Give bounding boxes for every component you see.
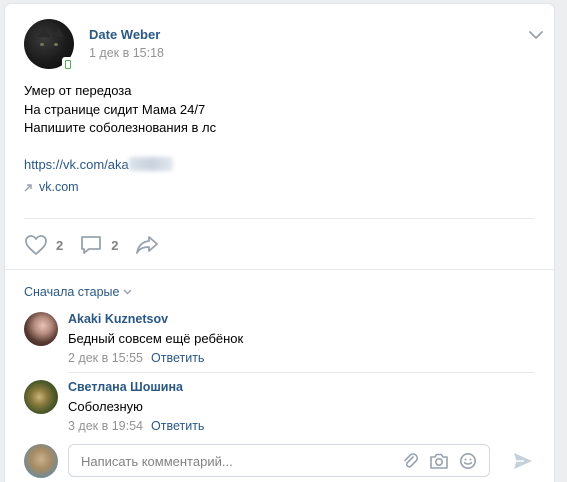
comment-date[interactable]: 2 дек в 15:55 [68,351,143,365]
send-icon[interactable] [512,451,534,471]
comment-count: 2 [111,237,119,253]
comment-date[interactable]: 3 дек в 19:54 [68,419,143,433]
comments-sort-dropdown[interactable]: Сначала старые [24,285,132,299]
link-source-label: vk.com [39,180,79,194]
mobile-online-icon [62,57,74,71]
comment-meta: 2 дек в 15:55 Ответить [68,351,204,365]
like-count: 2 [56,237,64,253]
composer-icons [401,452,477,470]
share-icon [136,236,159,254]
post-header: Date Weber 1 дек в 15:18 [24,19,544,71]
heart-icon [25,235,47,255]
comment-composer: Написать комментарий... [24,442,544,482]
share-button[interactable] [134,234,168,256]
comment-author[interactable]: Светлана Шошина [68,380,183,394]
post-link[interactable]: https://vk.com/aka [24,157,129,172]
post-text-line: На странице сидит Мама 24/7 [24,101,206,117]
post-text-line: Напишите соболезнования в лс [24,120,217,135]
post-actions: 2 2 [24,233,184,257]
comment-author[interactable]: Akaki Kuznetsov [68,312,168,326]
chevron-down-icon[interactable] [528,29,544,41]
divider [24,218,534,219]
divider [68,372,534,373]
comment-button[interactable]: 2 [79,234,118,256]
comment-text: Бедный совсем ещё ребёнок [68,331,244,346]
comment-meta: 3 дек в 19:54 Ответить [68,419,204,433]
post-text-line: Умер от передоза [24,83,132,98]
comment-input[interactable]: Написать комментарий... [68,444,490,477]
sort-label: Сначала старые [24,285,120,299]
comment-icon [81,236,102,254]
author-name[interactable]: Date Weber [89,27,160,42]
emoji-icon[interactable] [459,452,477,470]
like-button[interactable]: 2 [24,234,63,256]
link-source[interactable]: vk.com [24,180,79,194]
reply-button[interactable]: Ответить [151,419,204,433]
reply-button[interactable]: Ответить [151,351,204,365]
external-link-icon [24,183,32,191]
post-date[interactable]: 1 дек в 15:18 [89,46,164,60]
chevron-down-icon [123,289,132,295]
comment-placeholder: Написать комментарий... [81,454,233,469]
avatar[interactable] [24,380,58,414]
comment-text: Соболезную [68,399,143,414]
paperclip-icon[interactable] [401,452,419,470]
post-card: Date Weber 1 дек в 15:18 Умер от передоз… [5,4,554,482]
divider [5,269,554,270]
blurred-link-suffix [128,157,173,171]
avatar[interactable] [24,312,58,346]
avatar[interactable] [24,444,58,478]
post-text: Умер от передоза На странице сидит Мама … [24,82,534,138]
post-link-row: https://vk.com/aka [24,157,173,172]
camera-icon[interactable] [429,452,449,470]
